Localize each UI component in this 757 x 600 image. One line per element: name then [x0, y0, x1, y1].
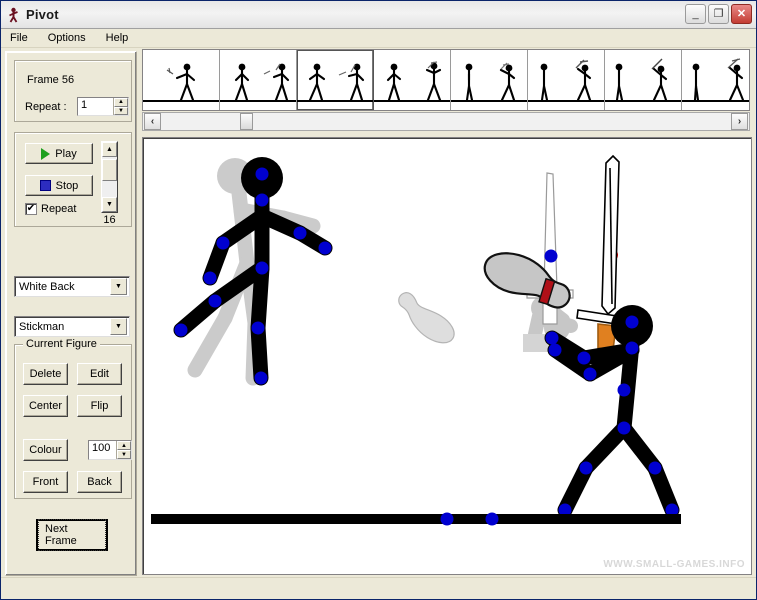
next-frame-button-face[interactable]: Next Frame	[36, 519, 108, 551]
speed-scroll-thumb[interactable]	[102, 159, 117, 181]
filmstrip-scrollbar[interactable]: ‹ ›	[142, 112, 750, 131]
scroll-right-icon[interactable]: ›	[731, 113, 748, 130]
scroll-left-icon[interactable]: ‹	[144, 113, 161, 130]
play-label: Play	[55, 147, 77, 160]
repeat-stepper[interactable]: 1 ▲ ▼	[77, 97, 129, 116]
filmstrip-frame[interactable]	[451, 50, 528, 110]
frame-number-label: Frame 56	[27, 74, 75, 86]
repeat-checkbox-label: Repeat	[41, 203, 77, 215]
play-icon	[41, 147, 51, 160]
menu-item-options[interactable]: Options	[45, 31, 89, 45]
play-button[interactable]: Play	[25, 143, 93, 164]
figure-type-select-value: Stickman	[19, 320, 65, 333]
filmstrip-frame[interactable]	[374, 50, 451, 110]
repeat-spin-down-icon[interactable]: ▼	[114, 106, 128, 115]
window-controls: _ ❐ ✕	[685, 4, 752, 24]
filmstrip-ground	[220, 100, 296, 102]
filmstrip-ground	[528, 100, 604, 102]
pivot-application-window: Pivot _ ❐ ✕ File Options Help Frame 56 R…	[0, 0, 757, 600]
filmstrip-ground	[451, 100, 527, 102]
filmstrip-frame[interactable]	[682, 50, 749, 110]
close-icon: ✕	[736, 7, 747, 20]
left-control-panel: Frame 56 Repeat : 1 ▲ ▼ Play Stop ✔ Repe…	[5, 51, 137, 576]
chevron-down-icon[interactable]: ▼	[110, 318, 127, 335]
minimize-button[interactable]: _	[685, 4, 706, 24]
filmstrip-ground	[682, 100, 749, 102]
animation-canvas[interactable]: WWW.SMALL-GAMES.INFO	[142, 137, 752, 575]
playback-group: Play Stop ✔ Repeat ▲ ▼ 16	[14, 132, 132, 227]
stop-label: Stop	[55, 179, 79, 192]
background-select-value: White Back	[19, 280, 75, 293]
center-button[interactable]: Center	[23, 395, 68, 417]
next-frame-button[interactable]: Next Frame	[36, 519, 108, 551]
figure-type-select[interactable]: Stickman ▼	[14, 316, 130, 337]
speed-scrollbar[interactable]: ▲ ▼	[101, 141, 118, 213]
menu-item-file[interactable]: File	[7, 31, 31, 45]
bowling-pin	[483, 252, 571, 309]
repeat-value[interactable]: 1	[78, 98, 113, 115]
repeat-spin-arrows[interactable]: ▲ ▼	[113, 98, 128, 115]
filmstrip-ground	[374, 100, 450, 102]
title-bar: Pivot _ ❐ ✕	[1, 1, 756, 29]
frame-filmstrip[interactable]	[142, 49, 750, 111]
bowling-pin-ghost	[398, 292, 455, 344]
minimize-icon: _	[692, 7, 699, 20]
maximize-button[interactable]: ❐	[708, 4, 729, 24]
front-button[interactable]: Front	[23, 471, 68, 493]
filmstrip-scroll-thumb[interactable]	[240, 113, 253, 130]
colour-spin-down-icon[interactable]: ▼	[117, 450, 131, 459]
colour-stepper[interactable]: 100 ▲ ▼	[88, 440, 132, 460]
repeat-checkbox[interactable]: ✔ Repeat	[25, 203, 76, 215]
repeat-checkbox-box[interactable]: ✔	[25, 203, 37, 215]
stickman-icon	[6, 7, 22, 23]
current-figure-legend: Current Figure	[23, 338, 100, 350]
next-frame-label: Next Frame	[38, 519, 106, 551]
delete-button[interactable]: Delete	[23, 363, 68, 385]
filmstrip-ground	[297, 100, 373, 102]
chevron-down-icon[interactable]: ▼	[110, 278, 127, 295]
watermark: WWW.SMALL-GAMES.INFO	[603, 559, 745, 570]
close-button[interactable]: ✕	[731, 4, 752, 24]
filmstrip-ground	[605, 100, 681, 102]
scroll-up-icon[interactable]: ▲	[102, 142, 117, 157]
filmstrip-frame-selected[interactable]	[297, 50, 374, 110]
filmstrip-frame[interactable]	[143, 50, 220, 110]
speed-scroll-track[interactable]	[102, 157, 117, 197]
edit-button[interactable]: Edit	[77, 363, 122, 385]
filmstrip-ground	[143, 100, 219, 102]
frame-info-group: Frame 56 Repeat : 1 ▲ ▼	[14, 60, 132, 122]
filmstrip-frame[interactable]	[528, 50, 605, 110]
current-figure-group: Current Figure Delete Edit Center Flip C…	[14, 338, 132, 499]
filmstrip-frame[interactable]	[220, 50, 297, 110]
repeat-label: Repeat :	[25, 101, 67, 113]
maximize-icon: ❐	[713, 7, 724, 20]
menu-bar: File Options Help	[1, 29, 756, 48]
ground-line	[151, 514, 681, 524]
colour-spin-up-icon[interactable]: ▲	[117, 441, 131, 450]
flip-button[interactable]: Flip	[77, 395, 122, 417]
scroll-down-icon[interactable]: ▼	[102, 197, 117, 212]
colour-button[interactable]: Colour	[23, 439, 68, 461]
stop-icon	[39, 180, 51, 191]
colour-spin-arrows[interactable]: ▲ ▼	[116, 441, 131, 459]
back-button[interactable]: Back	[77, 471, 122, 493]
status-bar	[1, 577, 756, 599]
stop-button[interactable]: Stop	[25, 175, 93, 196]
repeat-spin-up-icon[interactable]: ▲	[114, 98, 128, 107]
filmstrip-scroll-track[interactable]	[162, 113, 730, 130]
menu-item-help[interactable]: Help	[103, 31, 132, 45]
background-select[interactable]: White Back ▼	[14, 276, 130, 297]
colour-value[interactable]: 100	[89, 441, 116, 459]
filmstrip-frame[interactable]	[605, 50, 682, 110]
speed-value: 16	[103, 214, 116, 226]
window-title: Pivot	[26, 7, 59, 22]
